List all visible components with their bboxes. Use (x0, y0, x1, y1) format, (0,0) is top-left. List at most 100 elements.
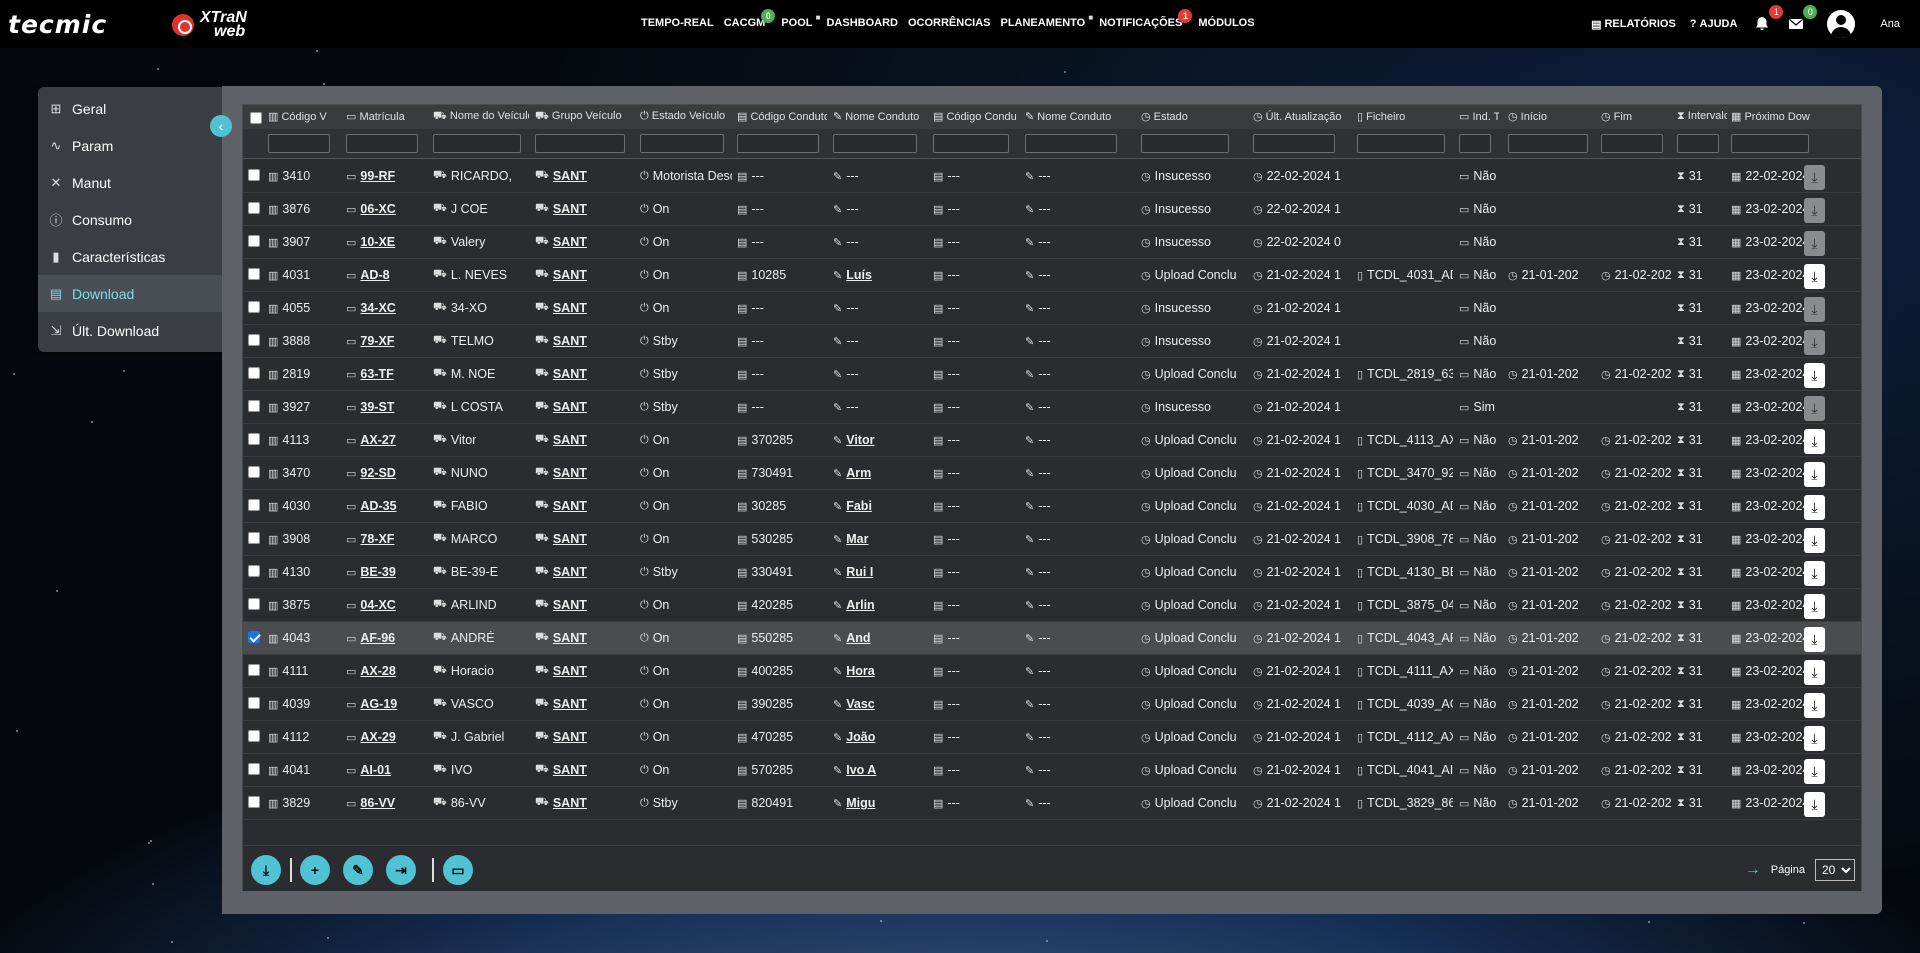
column-header[interactable]: ⛟ Nome do Veículo (433, 110, 529, 124)
column-header[interactable]: ▥ Código V (268, 110, 338, 123)
column-header[interactable]: ⧗ Intervalo (1677, 110, 1727, 123)
row-download-button[interactable]: ⤓ (1804, 792, 1825, 817)
column-header[interactable]: ⏻ Estado Veículo (640, 110, 732, 123)
cell-matricula[interactable]: ▭ AG-19 (346, 697, 426, 711)
messages-button[interactable]: 0 (1785, 5, 1818, 35)
cell-matricula[interactable]: ▭ AF-96 (346, 631, 426, 645)
sidebar-item-consumo[interactable]: ⓘ Consumo (38, 201, 222, 238)
nav-cacgm[interactable]: CACGM 0 (724, 9, 776, 29)
row-checkbox[interactable] (248, 664, 260, 676)
column-filter-input[interactable] (737, 134, 819, 153)
row-download-button[interactable]: ⤓ (1804, 495, 1825, 520)
cell-matricula[interactable]: ▭ AD-35 (346, 499, 426, 513)
column-filter-input[interactable] (1601, 134, 1663, 153)
table-row[interactable]: ▥ 4031 ▭ AD-8 ⛟ L. NEVES ⛟ SANT ⏻ On ▤ 10285 ✎ Luís ▤ -… (243, 259, 1861, 292)
cell-nome-cond[interactable]: ✎ Migu (833, 796, 925, 810)
row-checkbox[interactable] (248, 466, 260, 478)
cell-matricula[interactable]: ▭ 04-XC (346, 598, 426, 612)
cell-matricula[interactable]: ▭ AD-8 (346, 268, 426, 282)
sidebar-item--lt-download[interactable]: ⇲ Últ. Download (38, 312, 222, 349)
table-row[interactable]: ▥ 3907 ▭ 10-XE ⛟ Valery ⛟ SANT ⏻ On ▤ --- ✎ --- ▤ --- ✎ -… (243, 226, 1861, 259)
column-filter-input[interactable] (1141, 134, 1229, 153)
cell-grupo[interactable]: ⛟ SANT (535, 532, 633, 546)
cell-grupo[interactable]: ⛟ SANT (535, 169, 633, 183)
notifications-button[interactable]: 1 (1751, 5, 1784, 35)
column-header[interactable]: ◷ Fim (1601, 110, 1671, 123)
sidebar-item-download[interactable]: ▤ Download (38, 275, 222, 312)
table-row[interactable]: ▥ 4030 ▭ AD-35 ⛟ FABIO ⛟ SANT ⏻ On ▤ 30285 ✎ Fabi ▤ ---… (243, 490, 1861, 523)
column-header[interactable]: ◷ Estado (1141, 110, 1237, 123)
row-download-button[interactable]: ⤓ (1804, 693, 1825, 718)
cell-nome-cond[interactable]: ✎ Vasc (833, 697, 925, 711)
row-checkbox[interactable] (248, 796, 260, 808)
cell-matricula[interactable]: ▭ AI-01 (346, 763, 426, 777)
column-filter-input[interactable] (1459, 134, 1491, 153)
cell-matricula[interactable]: ▭ 78-XF (346, 532, 426, 546)
row-download-button[interactable]: ⤓ (1804, 330, 1825, 355)
table-row[interactable]: ▥ 3927 ▭ 39-ST ⛟ L COSTA ⛟ SANT ⏻ Stby ▤ --- ✎ --- ▤ --… (243, 391, 1861, 424)
row-checkbox[interactable] (248, 598, 260, 610)
row-checkbox[interactable] (248, 499, 260, 511)
row-download-button[interactable]: ⤓ (1804, 264, 1825, 289)
cell-matricula[interactable]: ▭ 99-RF (346, 169, 426, 183)
cell-matricula[interactable]: ▭ BE-39 (346, 565, 426, 579)
column-filter-input[interactable] (1253, 134, 1335, 153)
cell-grupo[interactable]: ⛟ SANT (535, 334, 633, 348)
table-row[interactable]: ▥3410▭99-RF⛟RICARDO,⛟SANT⏻Motorista Desc… (243, 160, 1861, 193)
collapse-sidebar-button[interactable]: ‹ (210, 115, 232, 137)
tecmic-logo[interactable]: tecmic (8, 10, 107, 39)
row-download-button[interactable]: ⤓ (1804, 462, 1825, 487)
column-header[interactable]: ▭ Matrícula (346, 110, 426, 123)
row-download-button[interactable]: ⤓ (1804, 627, 1825, 652)
row-checkbox[interactable] (248, 565, 260, 577)
table-row[interactable]: ▥ 4130 ▭ BE-39 ⛟ BE-39-E ⛟ SANT ⏻ Stby ▤ 330491 ✎ Rui… (243, 556, 1861, 589)
arrow-right-icon[interactable]: → (1745, 861, 1761, 879)
cell-matricula[interactable]: ▭ 34-XC (346, 301, 426, 315)
cell-matricula[interactable]: ▭ AX-27 (346, 433, 426, 447)
column-header[interactable]: ✎ Nome Conduto (833, 110, 925, 123)
nav-tempo-real[interactable]: TEMPO-REAL (641, 17, 714, 29)
column-filter-input[interactable] (1677, 134, 1719, 153)
cell-nome-cond[interactable]: ✎ Mar (833, 532, 925, 546)
row-checkbox[interactable] (248, 532, 260, 544)
cell-nome-cond[interactable]: ✎ Ivo A (833, 763, 925, 777)
cell-grupo[interactable]: ⛟ SANT (535, 763, 633, 777)
card-button[interactable]: ▭ (443, 855, 473, 885)
sidebar-item-param[interactable]: ∿ Param (38, 127, 222, 164)
cell-matricula[interactable]: ▭ 92-SD (346, 466, 426, 480)
cell-nome-cond[interactable]: ✎ João (833, 730, 925, 744)
cell-nome-cond[interactable]: ✎ And (833, 631, 925, 645)
row-checkbox[interactable] (248, 235, 260, 247)
table-row[interactable]: ▥ 2819 ▭ 63-TF ⛟ M. NOE ⛟ SANT ⏻ Stby ▤ --- ✎ --- ▤ ---… (243, 358, 1861, 391)
edit-button[interactable]: ✎ (343, 855, 373, 885)
row-download-button[interactable]: ⤓ (1804, 396, 1825, 421)
table-row[interactable]: ▥ 4113 ▭ AX-27 ⛟ Vitor ⛟ SANT ⏻ On ▤ 370285 ✎ Vitor ▤ -… (243, 424, 1861, 457)
row-checkbox[interactable] (248, 631, 260, 643)
cell-nome-cond[interactable]: ✎ Arlin (833, 598, 925, 612)
row-download-button[interactable]: ⤓ (1804, 561, 1825, 586)
cell-matricula[interactable]: ▭ AX-29 (346, 730, 426, 744)
column-header[interactable]: ▤ Código Conduto (737, 110, 827, 123)
cell-grupo[interactable]: ⛟ SANT (535, 598, 633, 612)
cell-grupo[interactable]: ⛟ SANT (535, 367, 633, 381)
sidebar-item-geral[interactable]: ⊞ Geral (38, 90, 222, 127)
table-row[interactable]: ▥ 4112 ▭ AX-29 ⛟ J. Gabriel ⛟ SANT ⏻ On ▤ 470285 ✎ Jo… (243, 721, 1861, 754)
cell-matricula[interactable]: ▭ 06-XC (346, 202, 426, 216)
add-button[interactable]: + (300, 855, 330, 885)
reports-link[interactable]: ▤ RELATÓRIOS (1591, 18, 1676, 31)
table-row[interactable]: ▥ 4111 ▭ AX-28 ⛟ Horacio ⛟ SANT ⏻ On ▤ 400285 ✎ Hora ▤… (243, 655, 1861, 688)
cell-grupo[interactable]: ⛟ SANT (535, 433, 633, 447)
row-checkbox[interactable] (248, 763, 260, 775)
column-header[interactable]: ✎ Nome Conduto (1025, 110, 1125, 123)
table-row[interactable]: ▥ 3829 ▭ 86-VV ⛟ 86-VV ⛟ SANT ⏻ Stby ▤ 820491 ✎ Migu ▤… (243, 787, 1861, 820)
row-checkbox[interactable] (248, 169, 260, 181)
table-row[interactable]: ▥ 3908 ▭ 78-XF ⛟ MARCO ⛟ SANT ⏻ On ▤ 530285 ✎ Mar ▤ ---… (243, 523, 1861, 556)
row-checkbox[interactable] (248, 367, 260, 379)
export-button[interactable]: ⇥ (386, 855, 416, 885)
cell-nome-cond[interactable]: ✎ Hora (833, 664, 925, 678)
table-row[interactable]: ▥ 4055 ▭ 34-XC ⛟ 34-XO ⛟ SANT ⏻ On ▤ --- ✎ --- ▤ --- ✎ --… (243, 292, 1861, 325)
sidebar-item-caracter-sticas[interactable]: ▮ Características (38, 238, 222, 275)
cell-grupo[interactable]: ⛟ SANT (535, 730, 633, 744)
page-size-select[interactable]: 20 (1815, 859, 1855, 881)
table-row[interactable]: ▥ 4043 ▭ AF-96 ⛟ ANDRÉ ⛟ SANT ⏻ On ▤ 550285 ✎ And ▤ ---… (243, 622, 1861, 655)
